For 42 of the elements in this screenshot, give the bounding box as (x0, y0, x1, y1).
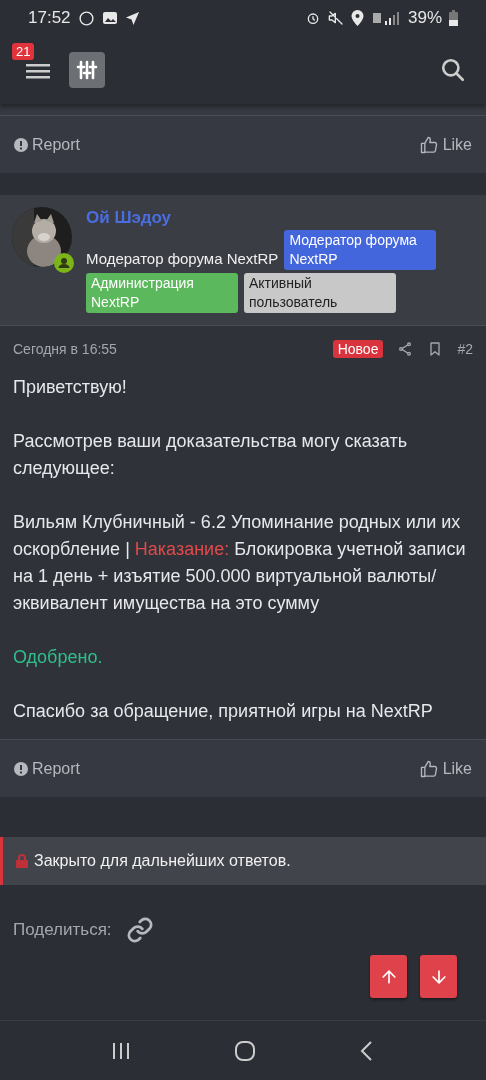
online-status-icon (54, 253, 74, 273)
post-paragraph: Приветствую! (13, 376, 128, 399)
sliders-logo[interactable] (69, 52, 105, 88)
new-label: Новое (332, 340, 384, 358)
report-link[interactable]: Report (14, 759, 81, 778)
battery-percent: 39% (407, 8, 442, 28)
back-icon[interactable] (358, 1039, 375, 1062)
report-link[interactable]: Report (14, 135, 81, 154)
post-paragraph: Рассмотрев ваши доказательства могу сказать следующее: (13, 430, 409, 480)
scroll-up-button[interactable] (370, 955, 407, 998)
like-link[interactable]: Like (418, 758, 472, 779)
search-icon[interactable] (440, 57, 466, 83)
scroll-down-button[interactable] (420, 955, 457, 998)
signal-icon (370, 10, 401, 26)
home-icon[interactable] (234, 1039, 256, 1062)
alert-icon (14, 137, 28, 152)
share-icon[interactable] (397, 341, 414, 357)
notification-badge: 21 (12, 43, 35, 60)
image-icon (101, 10, 118, 26)
user-banner: Администрация NextRP (86, 273, 238, 313)
mute-icon (327, 10, 344, 26)
location-icon (350, 10, 364, 26)
clock-time: 17:52 (28, 8, 71, 28)
post-paragraph: Вильям Клубничный - 6.2 Упоминание родных или их оскорбление | Наказание: Блокировка учетной записи на 1 день + изъятие 500.000 виртуальной валюты/эквивалент имущества на это сумму (13, 511, 467, 615)
share-label: Поделиться: (13, 920, 112, 940)
link-icon[interactable] (125, 916, 154, 944)
thumbs-up-icon (418, 758, 439, 779)
user-banner: Модератор форума NextRP (284, 230, 437, 270)
battery-icon (449, 10, 458, 26)
closed-text: Закрыто для дальнейших ответов. (34, 852, 291, 870)
thumbs-up-icon (418, 134, 439, 155)
navigation-icon (124, 10, 140, 26)
alert-icon (14, 761, 28, 776)
post-date[interactable]: Сегодня в 16:55 (13, 341, 117, 357)
post-number[interactable]: #2 (457, 341, 473, 357)
lock-icon (16, 854, 28, 868)
post-paragraph: Одобрено. (13, 646, 104, 669)
user-title: Модератор форума NextRP (86, 250, 279, 269)
recent-apps-icon[interactable] (111, 1040, 132, 1061)
post-paragraph: Спасибо за обращение, приятной игры на NextRP (13, 700, 434, 723)
user-banner: Активный пользователь (244, 273, 396, 313)
like-link[interactable]: Like (418, 134, 472, 155)
